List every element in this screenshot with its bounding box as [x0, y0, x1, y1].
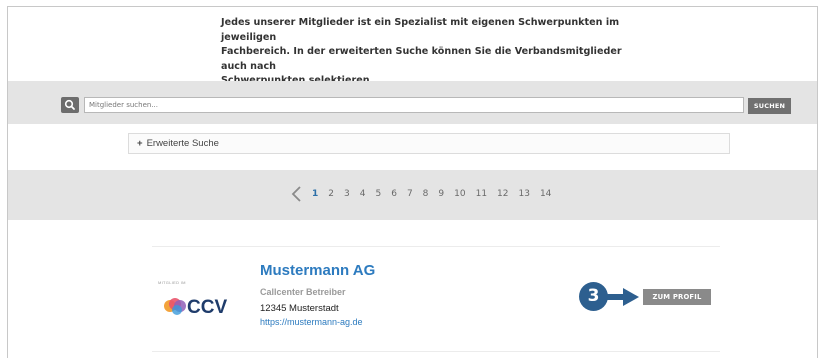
page-link-4[interactable]: 4: [360, 189, 366, 199]
page-link-10[interactable]: 10: [454, 189, 465, 199]
intro-text: Jedes unserer Mitglieder ist ein Spezial…: [221, 16, 641, 89]
company-name[interactable]: Mustermann AG: [260, 262, 375, 279]
intro-line: Jedes unserer Mitglieder ist ein Spezial…: [221, 17, 620, 43]
page-link-6[interactable]: 6: [391, 189, 397, 199]
advanced-search-toggle[interactable]: + Erweiterte Suche: [128, 133, 730, 154]
intro-line: Fachbereich. In der erweiterten Suche kö…: [221, 46, 622, 72]
advanced-search-label: Erweiterte Suche: [146, 138, 219, 149]
arrow-right-icon: [603, 288, 639, 306]
divider: [152, 351, 720, 352]
company-category: Callcenter Betreiber: [260, 287, 346, 297]
company-address: 12345 Musterstadt: [260, 303, 339, 314]
page-link-12[interactable]: 12: [497, 189, 508, 199]
chevron-left-icon[interactable]: [290, 185, 304, 203]
page-link-1[interactable]: 1: [312, 189, 318, 199]
pagination: 1 2 3 4 5 6 7 8 9 10 11 12 13 14: [290, 185, 561, 203]
page-link-11[interactable]: 11: [476, 189, 487, 199]
company-website-link[interactable]: https://mustermann-ag.de: [260, 317, 363, 327]
logo-text: CCV: [187, 297, 227, 318]
page-link-14[interactable]: 14: [540, 189, 551, 199]
page-link-7[interactable]: 7: [407, 189, 413, 199]
page-link-2[interactable]: 2: [328, 189, 334, 199]
view-profile-button[interactable]: ZUM PROFIL: [643, 289, 711, 305]
page-link-8[interactable]: 8: [423, 189, 429, 199]
page-link-9[interactable]: 9: [438, 189, 444, 199]
search-icon[interactable]: [61, 97, 79, 113]
search-button[interactable]: SUCHEN: [748, 98, 791, 114]
ccv-member-logo: MITGLIED IM CCV: [158, 280, 248, 320]
page-link-3[interactable]: 3: [344, 189, 350, 199]
divider: [152, 246, 720, 247]
page-link-5[interactable]: 5: [375, 189, 381, 199]
search-input[interactable]: Mitglieder suchen...: [84, 97, 744, 113]
page-link-13[interactable]: 13: [519, 189, 530, 199]
plus-icon: +: [137, 138, 143, 149]
